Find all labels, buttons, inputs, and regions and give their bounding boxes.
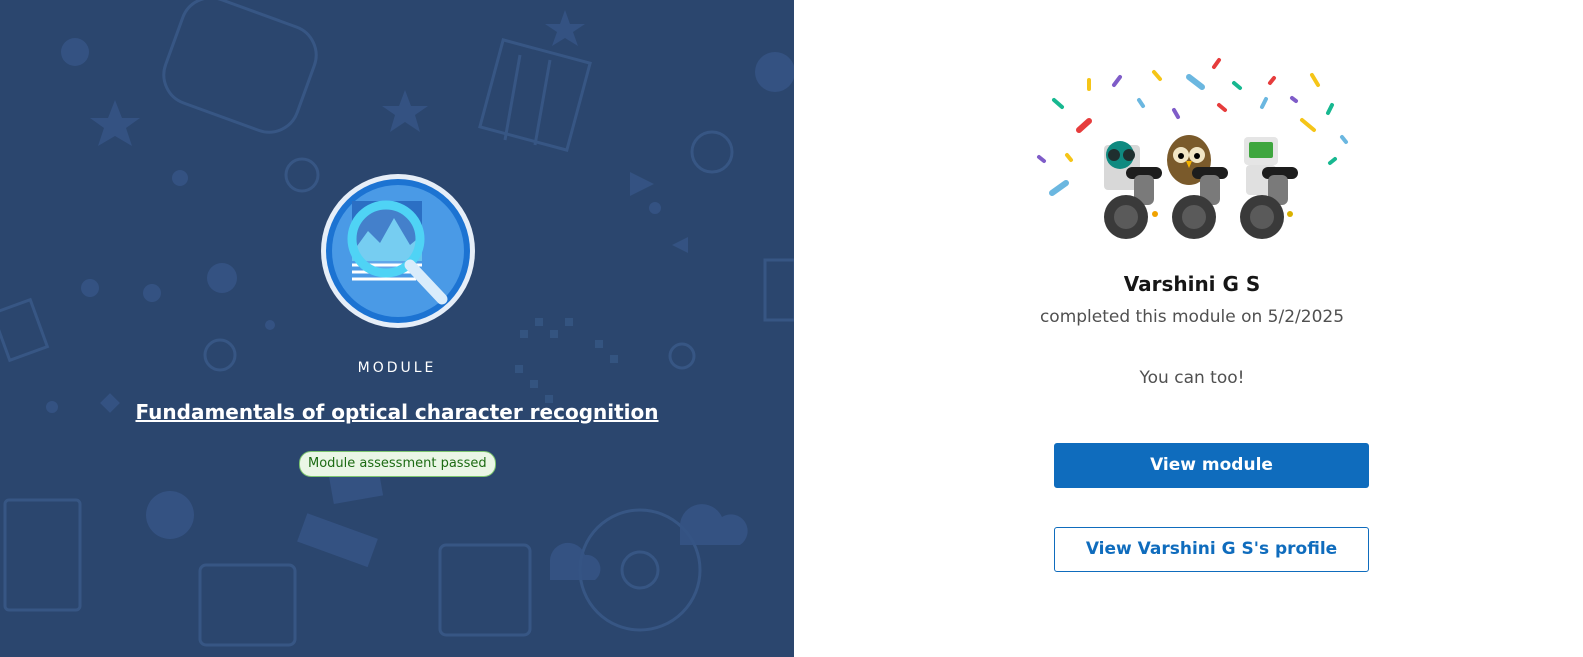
ocr-magnifier-badge-icon [320,173,476,329]
view-module-button[interactable]: View module [1054,443,1369,488]
module-label: MODULE [357,360,437,376]
completion-panel: Varshini G S completed this module on 5/… [794,0,1583,657]
module-panel: MODULE Fundamentals of optical character… [0,0,794,657]
achievement-page: MODULE Fundamentals of optical character… [0,0,1583,657]
view-profile-button[interactable]: View Varshini G S's profile [1054,527,1369,572]
user-name: Varshini G S [1123,272,1261,296]
status-badge: Module assessment passed [299,451,496,477]
module-title-link[interactable]: Fundamentals of optical character recogn… [0,400,794,424]
celebration-robots-icon [1037,58,1348,239]
encouragement-text: You can too! [1139,368,1245,388]
completion-date-text: completed this module on 5/2/2025 [1039,307,1345,327]
